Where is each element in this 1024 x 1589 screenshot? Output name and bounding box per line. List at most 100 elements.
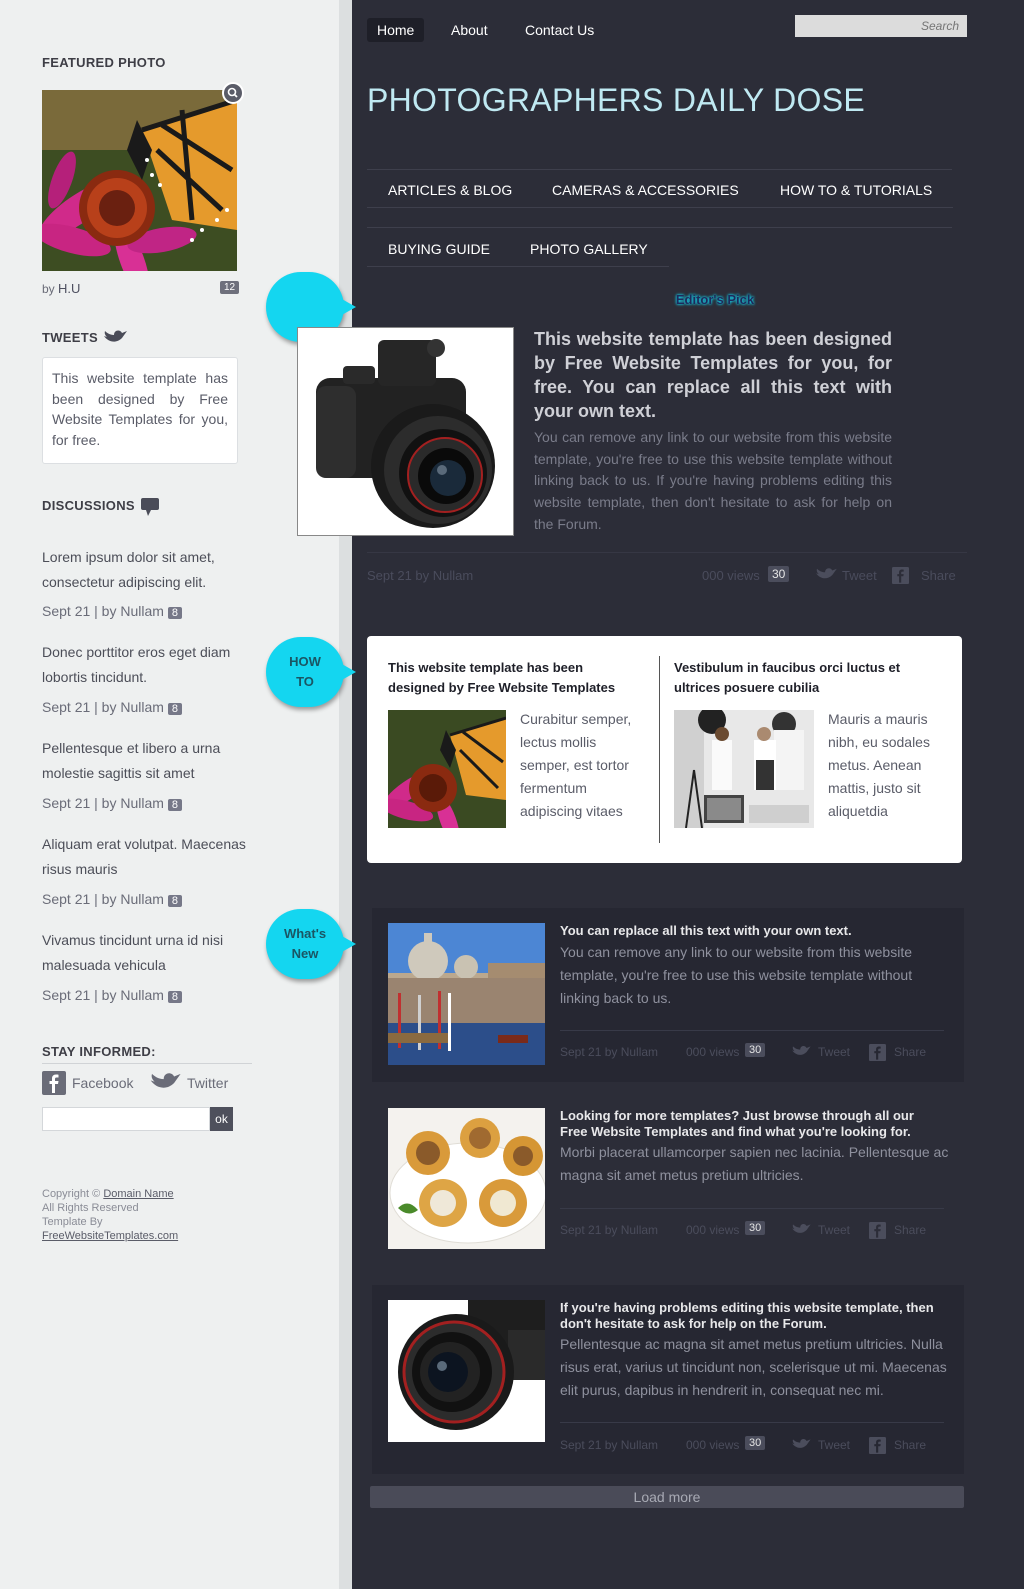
share-facebook-icon[interactable] — [869, 1437, 886, 1459]
news-item-tweet[interactable]: Tweet — [818, 1045, 850, 1059]
discussion-count[interactable]: 8 — [167, 703, 183, 715]
discussion-count[interactable]: 8 — [167, 991, 183, 1003]
tweet-icon[interactable] — [790, 1437, 812, 1458]
category-howto[interactable]: HOW TO & TUTORIALS — [759, 172, 954, 208]
category-top-line — [367, 169, 952, 170]
discussion-title[interactable]: Donec porttitor eros eget diam lobortis … — [42, 640, 252, 690]
discussion-meta-text: Sept 21 | by Nullam — [42, 795, 164, 811]
editors-pick-label: Editor's Pick — [675, 292, 755, 307]
whatsnew-bubble: What's New — [266, 909, 356, 979]
editors-pick-body: You can remove any link to our website f… — [534, 429, 892, 532]
discussion-title[interactable]: Vivamus tincidunt urna id nisi malesuada… — [42, 928, 252, 978]
howto-item-text: Mauris a mauris nibh, eu sodales metus. … — [828, 711, 930, 819]
featured-comment-count[interactable]: 12 — [220, 281, 240, 294]
news-item-divider — [560, 1208, 944, 1209]
tweets-heading: TWEETS — [42, 330, 98, 345]
twitter-icon[interactable] — [148, 1070, 182, 1101]
news-item-image[interactable] — [388, 1108, 545, 1249]
tweet-icon[interactable] — [790, 1222, 812, 1243]
discussion-title[interactable]: Lorem ipsum dolor sit amet, consectetur … — [42, 545, 252, 595]
discussion-count[interactable]: 8 — [167, 607, 183, 619]
howto-item-text: Curabitur semper, lectus mollis semper, … — [520, 711, 632, 819]
news-item-tweet[interactable]: Tweet — [818, 1223, 850, 1237]
news-item-count[interactable]: 30 — [745, 1436, 766, 1450]
load-more-button[interactable]: Load more — [370, 1486, 964, 1508]
news-item-title[interactable]: Looking for more templates? Just browse … — [560, 1108, 944, 1140]
news-item-share[interactable]: Share — [894, 1223, 926, 1237]
news-item-share[interactable]: Share — [894, 1045, 926, 1059]
howto-item-image[interactable] — [674, 710, 814, 828]
category-buying[interactable]: BUYING GUIDE — [367, 231, 511, 267]
share-facebook-icon[interactable] — [869, 1044, 886, 1066]
news-item-count[interactable]: 30 — [745, 1043, 766, 1057]
featured-author[interactable]: H.U — [58, 281, 80, 296]
nav-home[interactable]: Home — [367, 18, 425, 42]
site-title[interactable]: PHOTOGRAPHERS DAILY DOSE — [367, 82, 865, 119]
news-item-views: 000 views — [686, 1438, 740, 1452]
news-item-tweet[interactable]: Tweet — [818, 1438, 850, 1452]
discussion-count[interactable]: 8 — [167, 799, 183, 811]
news-item-count[interactable]: 30 — [745, 1221, 766, 1235]
subscribe-email-input[interactable] — [42, 1107, 210, 1131]
sidebar: FEATURED PHOTO by H.U 12 TWEETS This web… — [0, 0, 339, 1589]
news-item-body: Morbi placerat ullamcorper sapien nec la… — [560, 1144, 949, 1183]
discussion-title[interactable]: Pellentesque et libero a urna molestie s… — [42, 736, 252, 786]
howto-item-image[interactable] — [388, 710, 506, 828]
search-input[interactable] — [795, 15, 967, 37]
news-item-divider — [560, 1422, 944, 1423]
featured-photo[interactable] — [42, 90, 237, 271]
category-articles[interactable]: ARTICLES & BLOG — [367, 172, 534, 208]
rights-text: All Rights Reserved — [42, 1202, 139, 1214]
tweet-icon[interactable] — [814, 566, 838, 589]
editors-pick-image[interactable] — [297, 327, 514, 536]
tweet-text: This website template has been designed … — [52, 370, 228, 448]
editors-pick-tweet[interactable]: Tweet — [842, 568, 877, 583]
discussion-meta: Sept 21 | by Nullam 8 — [42, 891, 183, 907]
discussion-count[interactable]: 8 — [167, 895, 183, 907]
news-item-title[interactable]: If you're having problems editing this w… — [560, 1300, 944, 1332]
nav-contact[interactable]: Contact Us — [515, 18, 604, 42]
divider — [42, 1063, 252, 1064]
featured-byline: by H.U — [42, 281, 80, 296]
share-facebook-icon[interactable] — [869, 1222, 886, 1244]
tweet-icon[interactable] — [790, 1044, 812, 1065]
zoom-icon[interactable] — [222, 82, 244, 104]
editors-pick-views: 000 views — [702, 568, 760, 583]
share-facebook-icon[interactable] — [892, 567, 909, 589]
news-item-meta: Sept 21 by Nullam — [560, 1438, 659, 1452]
subscribe-button[interactable]: ok — [210, 1107, 233, 1131]
howto-label: HOW TO — [289, 654, 321, 689]
news-item-image[interactable] — [388, 923, 545, 1065]
howto-item-title[interactable]: Vestibulum in faucibus orci luctus et ul… — [674, 658, 944, 698]
howto-item-title[interactable]: This website template has been designed … — [388, 658, 638, 698]
discussion-meta: Sept 21 | by Nullam 8 — [42, 987, 183, 1003]
news-item-body: Pellentesque ac magna sit amet metus pre… — [560, 1336, 947, 1398]
news-item-meta: Sept 21 by Nullam — [560, 1045, 659, 1059]
discussion-title[interactable]: Aliquam erat volutpat. Maecenas risus ma… — [42, 832, 252, 882]
domain-link[interactable]: Domain Name — [103, 1188, 173, 1200]
category-cameras[interactable]: CAMERAS & ACCESSORIES — [531, 172, 760, 208]
nav-about[interactable]: About — [441, 18, 498, 42]
discussion-meta-text: Sept 21 | by Nullam — [42, 987, 164, 1003]
news-item-image[interactable] — [388, 1300, 545, 1442]
editors-pick-title[interactable]: This website template has been designed … — [534, 327, 892, 423]
tweet-card: This website template has been designed … — [42, 357, 238, 464]
howto-divider — [659, 656, 660, 843]
news-item-share[interactable]: Share — [894, 1438, 926, 1452]
category-gallery[interactable]: PHOTO GALLERY — [509, 231, 669, 267]
news-item-views: 000 views — [686, 1223, 740, 1237]
featured-by-label: by — [42, 282, 55, 296]
news-item-body: You can remove any link to our website f… — [560, 944, 913, 1006]
copyright-text: Copyright © — [42, 1188, 101, 1200]
facebook-icon[interactable] — [42, 1071, 66, 1100]
news-item-views: 000 views — [686, 1045, 740, 1059]
twitter-link[interactable]: Twitter — [187, 1075, 228, 1091]
news-item-title[interactable]: You can replace all this text with your … — [560, 923, 940, 939]
editors-pick-share[interactable]: Share — [921, 568, 956, 583]
fwt-link[interactable]: FreeWebsiteTemplates.com — [42, 1230, 178, 1242]
editors-pick-count[interactable]: 30 — [768, 566, 790, 582]
facebook-link[interactable]: Facebook — [72, 1075, 133, 1091]
howto-card: This website template has been designed … — [367, 636, 962, 863]
discussion-meta: Sept 21 | by Nullam 8 — [42, 603, 183, 619]
category-mid-line — [367, 227, 952, 228]
